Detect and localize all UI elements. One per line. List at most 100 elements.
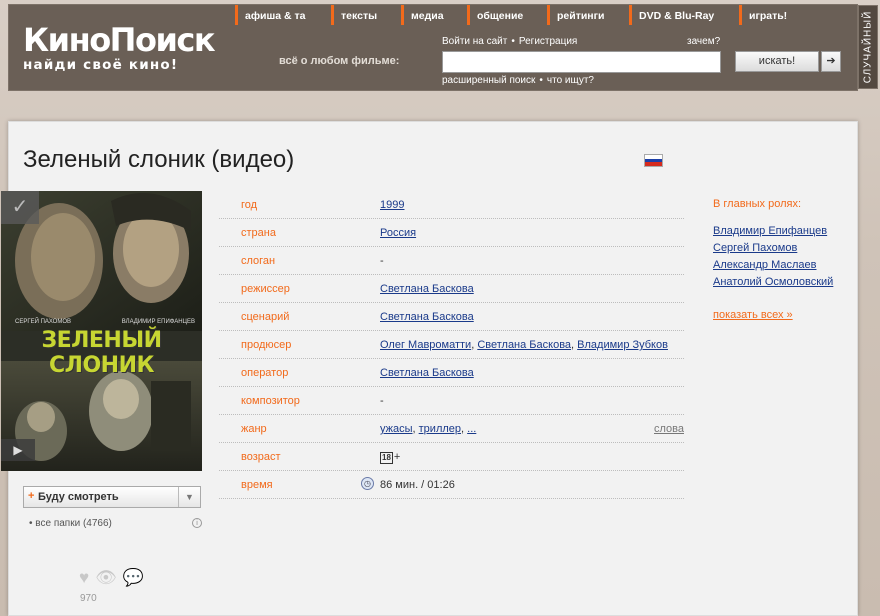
- search-button[interactable]: искать!: [735, 51, 819, 72]
- random-film-label: СЛУЧАЙНЫЙ: [862, 10, 874, 84]
- checkmark-icon[interactable]: ✓: [1, 191, 39, 224]
- clock-icon: ◷: [361, 477, 374, 490]
- register-link[interactable]: Регистрация: [519, 36, 577, 47]
- social-actions: ♥ 👁 💬: [79, 568, 144, 588]
- random-film-tab[interactable]: СЛУЧАЙНЫЙ: [858, 5, 878, 89]
- flag-stripe-red: [645, 162, 662, 167]
- advanced-search-link[interactable]: расширенный поиск: [442, 75, 535, 86]
- info-value: 86 мин. / 01:26: [380, 479, 455, 491]
- nav-item-ratings[interactable]: рейтинги: [547, 5, 604, 25]
- info-row-operator: оператор Светлана Баскова: [219, 359, 684, 387]
- info-icon[interactable]: i: [192, 518, 202, 528]
- cast-actor-link[interactable]: Владимир Епифанцев: [713, 223, 833, 240]
- play-icon[interactable]: ▶: [1, 439, 35, 461]
- producer-link[interactable]: Олег Мавроматти: [380, 339, 471, 351]
- poster-actor-names: СЕРГЕЙ ПАХОМОВ ВЛАДИМИР ЕПИФАНЦЕВ: [15, 319, 195, 325]
- genre-link[interactable]: триллер: [419, 423, 461, 435]
- info-value: Олег Мавроматти, Светлана Баскова, Влади…: [380, 339, 668, 351]
- keywords-link[interactable]: слова: [654, 423, 684, 435]
- writer-link[interactable]: Светлана Баскова: [380, 311, 474, 323]
- cast-block: В главных ролях: Владимир Епифанцев Серг…: [713, 198, 833, 321]
- comment-icon[interactable]: 💬: [123, 568, 144, 588]
- info-row-time: время ◷ 86 мин. / 01:26: [219, 471, 684, 499]
- info-row-composer: композитор -: [219, 387, 684, 415]
- info-key: оператор: [241, 367, 289, 379]
- all-folders-label: все папки (4766): [35, 518, 112, 529]
- nav-item-afisha[interactable]: афиша & та: [235, 5, 305, 25]
- info-value: 18 +: [380, 451, 400, 464]
- info-value: Светлана Баскова: [380, 311, 474, 323]
- film-info-table: год 1999 страна Россия слоган - режиссер…: [219, 191, 684, 499]
- year-link[interactable]: 1999: [380, 199, 404, 211]
- logo-tagline: найди своё кино!: [23, 57, 179, 73]
- poster-actor-right: ВЛАДИМИР ЕПИФАНЦЕВ: [121, 319, 195, 325]
- info-row-genre: жанр ужасы, триллер, ... слова: [219, 415, 684, 443]
- why-link[interactable]: зачем?: [687, 36, 720, 47]
- separator-dot: •: [539, 75, 543, 86]
- login-link[interactable]: Войти на сайт: [442, 36, 507, 47]
- search-label: всё о любом фильме:: [279, 55, 400, 67]
- site-header: КиноПоиск найди своё кино! афиша & та те…: [8, 4, 858, 91]
- eye-icon[interactable]: 👁: [95, 568, 117, 588]
- info-row-director: режиссер Светлана Баскова: [219, 275, 684, 303]
- chevron-down-icon[interactable]: ▼: [178, 487, 200, 507]
- country-link[interactable]: Россия: [380, 227, 416, 239]
- search-extra-links: расширенный поиск • что ищут?: [442, 75, 594, 86]
- info-row-writer: сценарий Светлана Баскова: [219, 303, 684, 331]
- nav-item-community[interactable]: общение: [467, 5, 523, 25]
- info-value: ужасы, триллер, ...: [380, 423, 477, 435]
- search-go-icon[interactable]: ➔: [821, 51, 841, 72]
- nav-item-play[interactable]: играть!: [739, 5, 787, 25]
- info-value: Светлана Баскова: [380, 283, 474, 295]
- age-rating-badge: 18: [380, 452, 393, 464]
- info-key: продюсер: [241, 339, 292, 351]
- search-input[interactable]: [442, 51, 721, 73]
- info-key: слоган: [241, 255, 276, 267]
- logo[interactable]: КиноПоиск найди своё кино!: [23, 23, 216, 73]
- producer-link[interactable]: Светлана Баскова: [477, 339, 571, 351]
- age-suffix: +: [393, 451, 401, 463]
- cast-actor-link[interactable]: Сергей Пахомов: [713, 240, 833, 257]
- nav-item-dvd[interactable]: DVD & Blu-Ray: [629, 5, 714, 25]
- info-key: возраст: [241, 451, 281, 463]
- plus-icon: +: [28, 490, 35, 502]
- poster-actor-left: СЕРГЕЙ ПАХОМОВ: [15, 319, 72, 325]
- film-panel: Зеленый слоник (видео) СЕРГЕЙ ПАХОМОВ ВЛ…: [1, 121, 858, 616]
- genre-link[interactable]: ужасы: [380, 423, 413, 435]
- separator-dot: •: [511, 36, 515, 47]
- cast-actor-link[interactable]: Александр Маслаев: [713, 257, 833, 274]
- info-value: Светлана Баскова: [380, 367, 474, 379]
- all-folders-link[interactable]: • все папки (4766): [29, 518, 112, 529]
- info-key: страна: [241, 227, 276, 239]
- info-value: Россия: [380, 227, 416, 239]
- logo-text[interactable]: КиноПоиск: [23, 23, 216, 57]
- heart-icon[interactable]: ♥: [79, 568, 89, 588]
- nav-item-media[interactable]: медиа: [401, 5, 444, 25]
- info-row-slogan: слоган -: [219, 247, 684, 275]
- likes-count: 970: [80, 593, 97, 604]
- page-title: Зеленый слоник (видео): [23, 146, 295, 173]
- info-key: год: [241, 199, 258, 211]
- producer-link[interactable]: Владимир Зубков: [577, 339, 668, 351]
- info-row-producer: продюсер Олег Мавроматти, Светлана Баско…: [219, 331, 684, 359]
- poster-title: ЗЕЛЕНЫЙ СЛОНИК: [41, 328, 162, 378]
- info-key: сценарий: [241, 311, 290, 323]
- info-key: режиссер: [241, 283, 290, 295]
- will-watch-label: Буду смотреть: [38, 491, 119, 503]
- show-all-cast-link[interactable]: показать всех »: [713, 309, 833, 321]
- info-value: -: [380, 395, 384, 407]
- auth-links: Войти на сайт • Регистрация: [442, 36, 577, 47]
- russia-flag-icon: [644, 154, 663, 167]
- info-key: композитор: [241, 395, 300, 407]
- film-poster[interactable]: СЕРГЕЙ ПАХОМОВ ВЛАДИМИР ЕПИФАНЦЕВ ЗЕЛЕНЫ…: [1, 191, 202, 471]
- cast-actor-link[interactable]: Анатолий Осмоловский: [713, 274, 833, 291]
- info-value: -: [380, 255, 384, 267]
- director-link[interactable]: Светлана Баскова: [380, 283, 474, 295]
- info-value: 1999: [380, 199, 404, 211]
- operator-link[interactable]: Светлана Баскова: [380, 367, 474, 379]
- genre-more-link[interactable]: ...: [467, 423, 476, 435]
- will-watch-button[interactable]: + Буду смотреть ▼: [23, 486, 201, 508]
- whats-searched-link[interactable]: что ищут?: [547, 75, 594, 86]
- info-row-year: год 1999: [219, 191, 684, 219]
- nav-item-texts[interactable]: тексты: [331, 5, 377, 25]
